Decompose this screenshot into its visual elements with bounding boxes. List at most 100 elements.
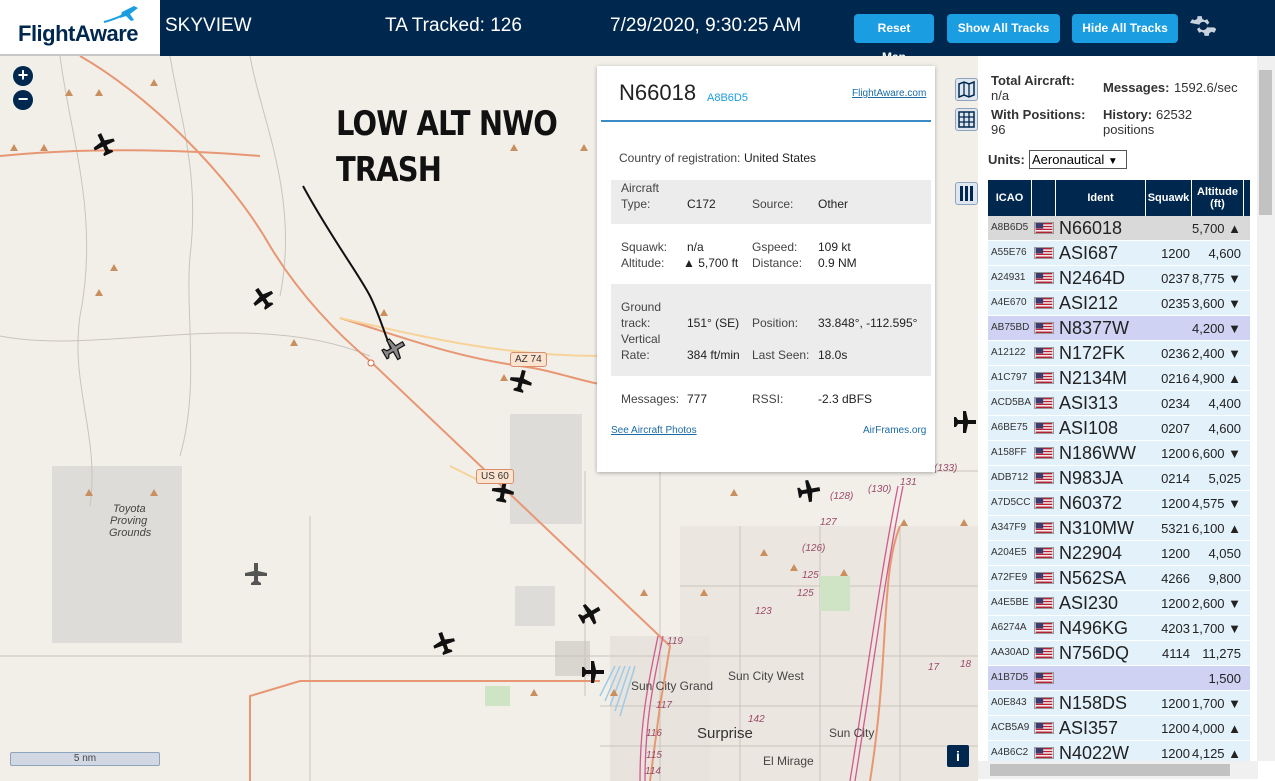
table-row[interactable]: A72FE9 N562SA 4266 9,800 bbox=[988, 566, 1250, 591]
table-row[interactable]: A1B7D5 1,500 bbox=[988, 666, 1250, 691]
table-row[interactable]: A1C797 N2134M 0216 4,900 ▲ bbox=[988, 366, 1250, 391]
source-label: Source: bbox=[752, 197, 794, 211]
reset-map-button[interactable]: Reset Map bbox=[854, 14, 934, 64]
horizontal-scrollbar-thumb[interactable] bbox=[990, 764, 1230, 776]
row-altitude: 5,700 ▲ bbox=[1192, 221, 1242, 236]
row-altitude: 1,700 ▼ bbox=[1192, 621, 1242, 636]
us-flag-icon bbox=[1034, 572, 1054, 584]
info-band bbox=[611, 284, 931, 376]
table-row[interactable]: A347F9 N310MW 5321 6,100 ▲ bbox=[988, 516, 1250, 541]
track-value: 151° (SE) bbox=[687, 316, 740, 330]
table-row[interactable]: A55E76 ASI687 1200 4,600 bbox=[988, 241, 1250, 266]
tracked-count: TA Tracked: 126 bbox=[385, 15, 522, 36]
col-altitude[interactable]: Altitude (ft) bbox=[1192, 180, 1244, 216]
table-row[interactable]: A8B6D5 N66018 5,700 ▲ bbox=[988, 216, 1250, 241]
vrate-label: Vertical bbox=[621, 332, 661, 346]
squawk-label: Squawk: bbox=[621, 240, 668, 254]
table-row[interactable]: A158FF N186WW 1200 6,600 ▼ bbox=[988, 441, 1250, 466]
table-header: ICAO Ident Squawk Altitude (ft) bbox=[988, 180, 1250, 216]
table-row[interactable]: A6BE75 ASI108 0207 4,600 bbox=[988, 416, 1250, 441]
airframes-link[interactable]: AirFrames.org bbox=[863, 425, 926, 436]
table-row[interactable]: ACB5A9 ASI357 1200 4,000 ▲ bbox=[988, 716, 1250, 741]
row-altitude: 4,050 bbox=[1208, 546, 1241, 561]
flightaware-link[interactable]: FlightAware.com bbox=[852, 88, 926, 99]
squawk-value: n/a bbox=[687, 240, 704, 254]
us-flag-icon bbox=[1034, 747, 1054, 759]
table-row[interactable]: A12122 N172FK 0236 2,400 ▼ bbox=[988, 341, 1250, 366]
history-value: 62532 bbox=[1156, 107, 1193, 122]
row-icao: A347F9 bbox=[991, 522, 1027, 533]
altitude-value: ▲ 5,700 ft bbox=[683, 256, 739, 270]
row-squawk: 1200 bbox=[1161, 446, 1190, 461]
logo[interactable]: FlightAware bbox=[0, 0, 160, 56]
table-row[interactable]: AA30AD N756DQ 4114 11,275 bbox=[988, 641, 1250, 666]
col-flag[interactable] bbox=[1032, 180, 1056, 216]
col-icao[interactable]: ICAO bbox=[988, 180, 1032, 216]
us-flag-icon bbox=[1034, 272, 1054, 284]
annotation-text: LOW ALT NWO bbox=[336, 104, 558, 144]
row-icao: A6274A bbox=[991, 622, 1027, 633]
table-row[interactable]: A24931 N2464D 0237 8,775 ▼ bbox=[988, 266, 1250, 291]
info-button[interactable]: i bbox=[947, 745, 969, 767]
row-squawk: 0237 bbox=[1161, 271, 1190, 286]
col-squawk[interactable]: Squawk bbox=[1146, 180, 1192, 216]
show-all-tracks-button[interactable]: Show All Tracks bbox=[947, 14, 1060, 43]
table-row[interactable]: A0E843 N158DS 1200 1,700 ▼ bbox=[988, 691, 1250, 716]
row-altitude: 4,200 ▼ bbox=[1192, 321, 1242, 336]
row-icao: A6BE75 bbox=[991, 422, 1028, 433]
table-row[interactable]: A6274A N496KG 4203 1,700 ▼ bbox=[988, 616, 1250, 641]
scrollbar-thumb[interactable] bbox=[1259, 70, 1272, 215]
table-row[interactable]: A4E670 ASI212 0235 3,600 ▼ bbox=[988, 291, 1250, 316]
us-flag-icon bbox=[1034, 547, 1054, 559]
chevron-down-icon: ▼ bbox=[1107, 156, 1118, 167]
row-icao: A12122 bbox=[991, 347, 1026, 358]
table-row[interactable]: A7D5CC N60372 1200 4,575 ▼ bbox=[988, 491, 1250, 516]
grid-icon[interactable] bbox=[955, 108, 978, 131]
row-squawk: 4203 bbox=[1161, 621, 1190, 636]
row-altitude: 11,275 bbox=[1202, 646, 1241, 661]
units-select[interactable]: Aeronautical ▼ bbox=[1029, 150, 1127, 169]
row-ident: N562SA bbox=[1059, 568, 1127, 588]
source-value: Other bbox=[818, 197, 849, 211]
row-squawk: 1200 bbox=[1161, 246, 1190, 261]
row-squawk: 5321 bbox=[1161, 521, 1190, 536]
messages-label: Messages: bbox=[621, 392, 680, 406]
country-label: Country of registration: bbox=[619, 151, 741, 165]
map-place-label: Proving bbox=[110, 515, 148, 527]
row-icao: AB75BD bbox=[991, 322, 1030, 333]
table-row[interactable]: ADB712 N983JA 0214 5,025 bbox=[988, 466, 1250, 491]
table-row[interactable]: ACD5BA ASI313 0234 4,400 bbox=[988, 391, 1250, 416]
aircraft-photos-link[interactable]: See Aircraft Photos bbox=[611, 425, 697, 436]
road-number: 117 bbox=[656, 700, 672, 711]
columns-icon[interactable] bbox=[955, 182, 978, 205]
aircraft-info-popup: N66018 A8B6D5 FlightAware.com Country of… bbox=[597, 66, 935, 472]
map-layers-icon[interactable] bbox=[955, 78, 978, 101]
table-row[interactable]: A204E5 N22904 1200 4,050 bbox=[988, 541, 1250, 566]
road-number: 18 bbox=[960, 659, 972, 670]
table-row[interactable]: AB75BD N8377W 4,200 ▼ bbox=[988, 316, 1250, 341]
table-row[interactable]: A4E5BE ASI230 1200 2,600 ▼ bbox=[988, 591, 1250, 616]
distance-label: Distance: bbox=[752, 256, 803, 270]
zoom-out-button[interactable]: − bbox=[13, 90, 33, 110]
row-squawk: 0235 bbox=[1161, 296, 1190, 311]
total-aircraft-value: n/a bbox=[991, 88, 1010, 103]
row-icao: A4B6C2 bbox=[991, 747, 1029, 758]
col-ident[interactable]: Ident bbox=[1056, 180, 1146, 216]
us-flag-icon bbox=[1034, 522, 1054, 534]
gear-icon[interactable] bbox=[1188, 12, 1216, 40]
row-icao: A7D5CC bbox=[991, 497, 1031, 508]
row-altitude: 4,900 ▲ bbox=[1192, 371, 1242, 386]
road-number: 123 bbox=[755, 606, 772, 617]
gspeed-label: Gspeed: bbox=[752, 240, 798, 254]
with-positions-value: 96 bbox=[991, 122, 1006, 137]
aircraft-list-panel: Total Aircraft: n/a Messages: 1592.6/sec… bbox=[978, 56, 1275, 781]
zoom-in-button[interactable]: + bbox=[13, 66, 33, 86]
position-label: Position: bbox=[752, 316, 799, 330]
row-altitude: 6,100 ▲ bbox=[1192, 521, 1242, 536]
us-flag-icon bbox=[1034, 472, 1054, 484]
row-squawk: 1200 bbox=[1161, 696, 1190, 711]
row-altitude: 9,800 bbox=[1208, 571, 1241, 586]
hide-all-tracks-button[interactable]: Hide All Tracks bbox=[1072, 14, 1178, 43]
header-bar: FlightAware SKYVIEW TA Tracked: 126 7/29… bbox=[0, 0, 1275, 64]
row-altitude: 1,700 ▼ bbox=[1192, 696, 1242, 711]
